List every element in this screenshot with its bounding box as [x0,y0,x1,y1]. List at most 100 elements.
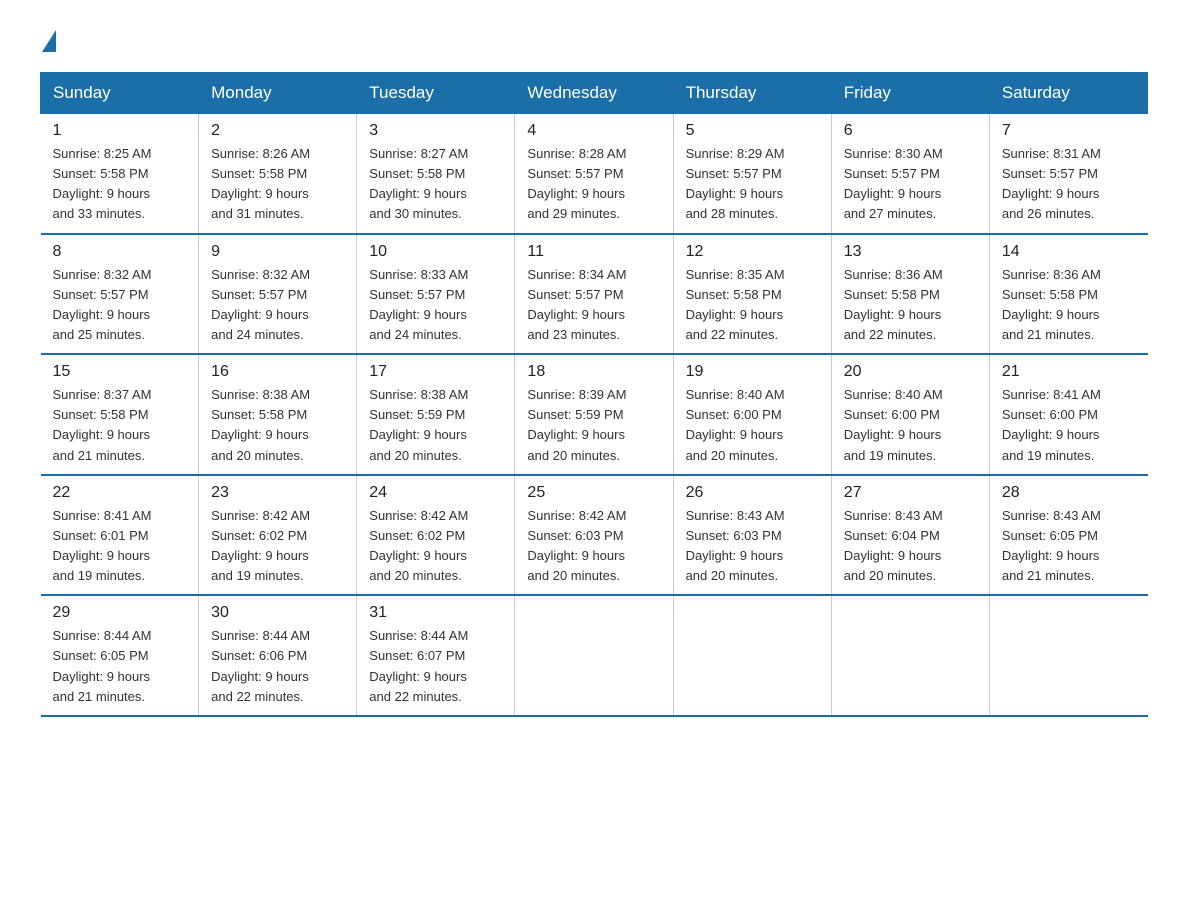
day-info: Sunrise: 8:25 AMSunset: 5:58 PMDaylight:… [53,144,187,225]
calendar-cell: 5 Sunrise: 8:29 AMSunset: 5:57 PMDaylight… [673,114,831,234]
week-row-2: 8 Sunrise: 8:32 AMSunset: 5:57 PMDaylight… [41,234,1148,355]
day-info: Sunrise: 8:42 AMSunset: 6:03 PMDaylight:… [527,506,660,587]
day-info: Sunrise: 8:44 AMSunset: 6:05 PMDaylight:… [53,626,187,707]
day-number: 22 [53,484,187,502]
day-header-saturday: Saturday [989,73,1147,114]
calendar-table: SundayMondayTuesdayWednesdayThursdayFrid… [40,72,1148,717]
day-header-monday: Monday [199,73,357,114]
day-info: Sunrise: 8:34 AMSunset: 5:57 PMDaylight:… [527,265,660,346]
day-info: Sunrise: 8:43 AMSunset: 6:04 PMDaylight:… [844,506,977,587]
day-info: Sunrise: 8:38 AMSunset: 5:58 PMDaylight:… [211,385,344,466]
day-number: 26 [686,484,819,502]
calendar-cell: 8 Sunrise: 8:32 AMSunset: 5:57 PMDaylight… [41,234,199,355]
day-header-sunday: Sunday [41,73,199,114]
calendar-cell: 20 Sunrise: 8:40 AMSunset: 6:00 PMDayligh… [831,354,989,475]
day-info: Sunrise: 8:40 AMSunset: 6:00 PMDaylight:… [686,385,819,466]
day-info: Sunrise: 8:37 AMSunset: 5:58 PMDaylight:… [53,385,187,466]
day-info: Sunrise: 8:32 AMSunset: 5:57 PMDaylight:… [211,265,344,346]
day-info: Sunrise: 8:29 AMSunset: 5:57 PMDaylight:… [686,144,819,225]
day-number: 1 [53,122,187,140]
calendar-cell: 16 Sunrise: 8:38 AMSunset: 5:58 PMDayligh… [199,354,357,475]
calendar-cell [673,595,831,716]
day-info: Sunrise: 8:33 AMSunset: 5:57 PMDaylight:… [369,265,502,346]
calendar-cell: 28Sunrise: 8:43 AMSunset: 6:05 PMDayligh… [989,475,1147,596]
calendar-cell: 29 Sunrise: 8:44 AMSunset: 6:05 PMDayligh… [41,595,199,716]
calendar-cell: 14Sunrise: 8:36 AMSunset: 5:58 PMDayligh… [989,234,1147,355]
day-number: 29 [53,604,187,622]
day-number: 9 [211,243,344,261]
day-number: 5 [686,122,819,140]
day-info: Sunrise: 8:36 AMSunset: 5:58 PMDaylight:… [1002,265,1136,346]
calendar-cell: 25Sunrise: 8:42 AMSunset: 6:03 PMDayligh… [515,475,673,596]
calendar-cell: 12 Sunrise: 8:35 AMSunset: 5:58 PMDayligh… [673,234,831,355]
day-info: Sunrise: 8:42 AMSunset: 6:02 PMDaylight:… [211,506,344,587]
calendar-cell: 6Sunrise: 8:30 AMSunset: 5:57 PMDaylight… [831,114,989,234]
day-info: Sunrise: 8:41 AMSunset: 6:01 PMDaylight:… [53,506,187,587]
day-info: Sunrise: 8:35 AMSunset: 5:58 PMDaylight:… [686,265,819,346]
day-info: Sunrise: 8:36 AMSunset: 5:58 PMDaylight:… [844,265,977,346]
day-number: 13 [844,243,977,261]
calendar-cell: 11 Sunrise: 8:34 AMSunset: 5:57 PMDayligh… [515,234,673,355]
day-number: 24 [369,484,502,502]
calendar-cell: 2 Sunrise: 8:26 AMSunset: 5:58 PMDaylight… [199,114,357,234]
calendar-cell: 21 Sunrise: 8:41 AMSunset: 6:00 PMDayligh… [989,354,1147,475]
calendar-cell: 31Sunrise: 8:44 AMSunset: 6:07 PMDayligh… [357,595,515,716]
day-info: Sunrise: 8:42 AMSunset: 6:02 PMDaylight:… [369,506,502,587]
calendar-cell: 1 Sunrise: 8:25 AMSunset: 5:58 PMDaylight… [41,114,199,234]
day-number: 19 [686,363,819,381]
day-number: 31 [369,604,502,622]
calendar-cell: 19 Sunrise: 8:40 AMSunset: 6:00 PMDayligh… [673,354,831,475]
day-info: Sunrise: 8:41 AMSunset: 6:00 PMDaylight:… [1002,385,1136,466]
day-number: 10 [369,243,502,261]
calendar-cell [989,595,1147,716]
day-info: Sunrise: 8:27 AMSunset: 5:58 PMDaylight:… [369,144,502,225]
logo-triangle-icon [42,30,56,52]
day-info: Sunrise: 8:39 AMSunset: 5:59 PMDaylight:… [527,385,660,466]
day-header-thursday: Thursday [673,73,831,114]
calendar-cell: 9 Sunrise: 8:32 AMSunset: 5:57 PMDaylight… [199,234,357,355]
day-number: 8 [53,243,187,261]
calendar-cell: 15 Sunrise: 8:37 AMSunset: 5:58 PMDayligh… [41,354,199,475]
day-number: 15 [53,363,187,381]
calendar-cell: 3 Sunrise: 8:27 AMSunset: 5:58 PMDaylight… [357,114,515,234]
day-info: Sunrise: 8:43 AMSunset: 6:03 PMDaylight:… [686,506,819,587]
day-info: Sunrise: 8:28 AMSunset: 5:57 PMDaylight:… [527,144,660,225]
calendar-cell: 30Sunrise: 8:44 AMSunset: 6:06 PMDayligh… [199,595,357,716]
calendar-cell: 18Sunrise: 8:39 AMSunset: 5:59 PMDayligh… [515,354,673,475]
page-header [40,30,1148,52]
day-number: 23 [211,484,344,502]
day-number: 6 [844,122,977,140]
calendar-cell: 26 Sunrise: 8:43 AMSunset: 6:03 PMDayligh… [673,475,831,596]
calendar-cell [515,595,673,716]
day-info: Sunrise: 8:31 AMSunset: 5:57 PMDaylight:… [1002,144,1136,225]
day-number: 20 [844,363,977,381]
day-info: Sunrise: 8:32 AMSunset: 5:57 PMDaylight:… [53,265,187,346]
week-row-4: 22 Sunrise: 8:41 AMSunset: 6:01 PMDayligh… [41,475,1148,596]
day-info: Sunrise: 8:44 AMSunset: 6:06 PMDaylight:… [211,626,344,707]
calendar-cell: 23 Sunrise: 8:42 AMSunset: 6:02 PMDayligh… [199,475,357,596]
calendar-cell: 13 Sunrise: 8:36 AMSunset: 5:58 PMDayligh… [831,234,989,355]
calendar-cell: 4Sunrise: 8:28 AMSunset: 5:57 PMDaylight… [515,114,673,234]
calendar-cell: 17Sunrise: 8:38 AMSunset: 5:59 PMDayligh… [357,354,515,475]
day-number: 3 [369,122,502,140]
day-info: Sunrise: 8:26 AMSunset: 5:58 PMDaylight:… [211,144,344,225]
calendar-header-row: SundayMondayTuesdayWednesdayThursdayFrid… [41,73,1148,114]
logo [40,30,56,52]
day-number: 7 [1002,122,1136,140]
day-info: Sunrise: 8:40 AMSunset: 6:00 PMDaylight:… [844,385,977,466]
week-row-1: 1 Sunrise: 8:25 AMSunset: 5:58 PMDaylight… [41,114,1148,234]
day-number: 2 [211,122,344,140]
day-number: 27 [844,484,977,502]
calendar-cell: 7 Sunrise: 8:31 AMSunset: 5:57 PMDaylight… [989,114,1147,234]
calendar-cell: 24 Sunrise: 8:42 AMSunset: 6:02 PMDayligh… [357,475,515,596]
calendar-cell: 10 Sunrise: 8:33 AMSunset: 5:57 PMDayligh… [357,234,515,355]
week-row-5: 29 Sunrise: 8:44 AMSunset: 6:05 PMDayligh… [41,595,1148,716]
calendar-cell: 22 Sunrise: 8:41 AMSunset: 6:01 PMDayligh… [41,475,199,596]
calendar-cell: 27 Sunrise: 8:43 AMSunset: 6:04 PMDayligh… [831,475,989,596]
day-number: 16 [211,363,344,381]
day-number: 21 [1002,363,1136,381]
week-row-3: 15 Sunrise: 8:37 AMSunset: 5:58 PMDayligh… [41,354,1148,475]
day-number: 12 [686,243,819,261]
calendar-cell [831,595,989,716]
day-number: 11 [527,243,660,261]
